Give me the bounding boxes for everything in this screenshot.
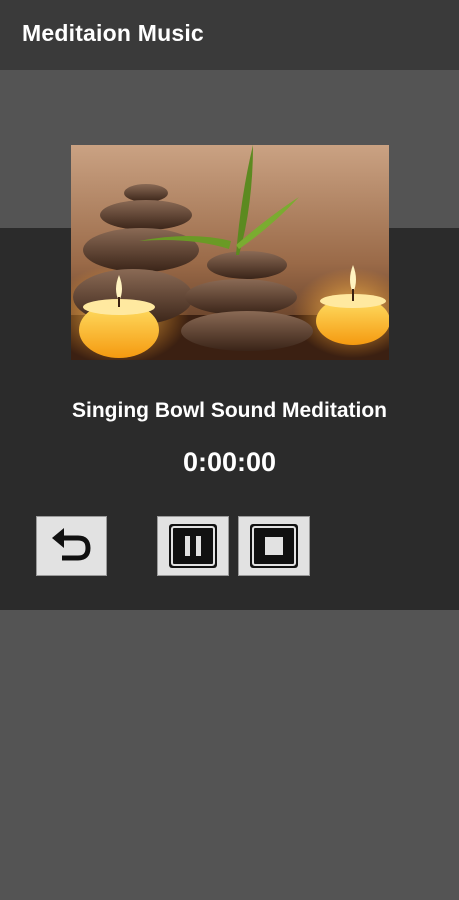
- pause-icon: [169, 524, 217, 568]
- app-title: Meditaion Music: [22, 20, 204, 46]
- track-title: Singing Bowl Sound Meditation: [72, 399, 387, 422]
- replay-arrow-icon: [51, 528, 91, 561]
- pause-button[interactable]: [157, 516, 229, 576]
- app-bar: Meditaion Music: [0, 0, 459, 70]
- elapsed-time: 0:00:00: [182, 447, 277, 477]
- stop-button[interactable]: [238, 516, 310, 576]
- replay-button[interactable]: [36, 516, 107, 576]
- track-artwork: [71, 145, 389, 360]
- stop-icon: [250, 524, 298, 568]
- zen-stones-candles-image: [71, 145, 389, 360]
